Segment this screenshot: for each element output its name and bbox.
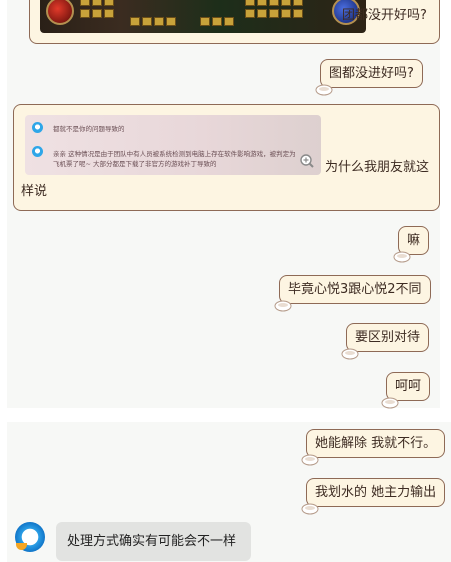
skill-slot-icon [104,0,114,6]
message-text: 图都没进好吗? [329,66,414,81]
skill-slot-icon [293,0,303,6]
skill-slot-icon [166,17,176,26]
chat-bubble-right[interactable]: 要区别对待 [341,323,430,360]
skill-slot-icon [92,0,102,6]
tea-cup-icon [301,503,319,515]
message-text: 嘛 [407,233,421,248]
tea-cup-icon [341,348,359,360]
skill-slot-icon [80,0,90,6]
message-text: 她能解除 我就不行。 [315,436,437,451]
chat-bubble-right[interactable]: 图都没进好吗? [315,59,423,96]
service-icon [32,122,43,133]
chat-bubble-right[interactable]: 她能解除 我就不行。 [301,429,446,466]
health-orb-icon [46,0,74,25]
chat-bubble-right[interactable]: 我划水的 她主力输出 [301,478,446,515]
skill-slot-icon [257,9,267,18]
skill-slot-icon [257,0,267,6]
service-icon [32,146,43,157]
game-screenshot-message[interactable]: 团都没开好吗? [29,0,440,44]
quoted-image-message[interactable]: 都就不是你的问题导致的 亲亲 这种情况是由于团队中有人员被系统检测到电脑上存在软… [13,104,440,211]
skill-slot-icon [269,0,279,6]
quote-line-1: 都就不是你的问题导致的 [53,125,125,133]
game-screenshot-image[interactable] [40,0,366,33]
skill-slot-icon [154,17,164,26]
skill-slot-icon [92,9,102,18]
skill-slot-icon [245,0,255,6]
skill-slot-icon [200,17,210,26]
tea-cup-icon [381,397,399,409]
skill-slot-icon [269,9,279,18]
message-text: 要区别对待 [355,330,421,345]
quoted-screenshot-preview[interactable]: 都就不是你的问题导致的 亲亲 这种情况是由于团队中有人员被系统检测到电脑上存在软… [25,115,321,175]
skill-slot-icon [104,9,114,18]
message-text: 我划水的 她主力输出 [315,485,437,500]
message-text: 为什么我朋友就这 [325,160,430,175]
skill-slot-icon [130,17,140,26]
tea-cup-icon [301,454,319,466]
chat-bubble-left[interactable]: 处理方式确实有可能会不一样 [56,522,251,561]
quote-line-2: 亲亲 这种情况是由于团队中有人员被系统检测到电脑上存在软件影响游戏，被判定为飞机… [53,150,296,168]
game-caption-text: 团都没开好吗? [342,8,427,23]
chat-bubble-right[interactable]: 呵呵 [381,372,431,409]
skill-slot-icon [281,9,291,18]
chat-bubble-right[interactable]: 毕竟心悦3跟心悦2不同 [274,275,431,312]
skill-slot-icon [142,17,152,26]
skill-slot-icon [80,9,90,18]
skill-slot-icon [293,9,303,18]
skill-slot-icon [212,17,222,26]
message-text: 毕竟心悦3跟心悦2不同 [288,282,422,297]
skill-slot-icon [281,0,291,6]
skill-slot-icon [224,17,234,26]
message-text: 呵呵 [395,379,422,394]
message-text: 样说 [21,184,48,199]
tea-cup-icon [315,84,333,96]
tea-cup-icon [274,300,292,312]
skill-slot-icon [245,9,255,18]
zoom-in-icon[interactable] [300,154,314,168]
tea-cup-icon [393,251,411,263]
chat-bubble-right[interactable]: 嘛 [393,226,430,263]
message-text: 处理方式确实有可能会不一样 [67,534,237,549]
